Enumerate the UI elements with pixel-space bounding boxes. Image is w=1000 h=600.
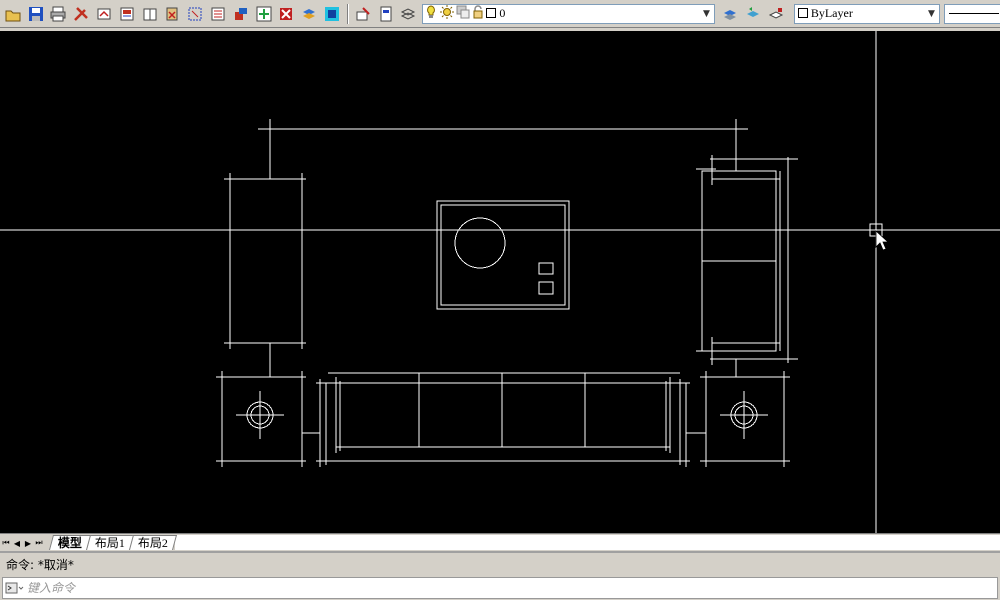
command-input-row[interactable]	[2, 577, 998, 599]
command-prompt-icon[interactable]	[3, 578, 27, 598]
publish-icon[interactable]	[93, 3, 115, 25]
rectangle-select-icon[interactable]	[184, 3, 206, 25]
properties-icon[interactable]	[375, 3, 397, 25]
layer-freeze-icon	[440, 5, 455, 22]
layer-previous-icon[interactable]	[742, 3, 764, 25]
tab-model-label: 模型	[57, 536, 82, 550]
tab-layout1[interactable]: 布局1	[86, 535, 135, 550]
linetype-preview	[949, 13, 1000, 14]
layer-color-swatch	[486, 7, 497, 21]
block-icon[interactable]	[230, 3, 252, 25]
insert-icon[interactable]	[253, 3, 275, 25]
tab-layout2-label: 布局2	[137, 536, 168, 550]
color-swatch	[797, 7, 808, 21]
tab-layout2[interactable]: 布局2	[129, 535, 178, 550]
color-value: ByLayer	[810, 6, 853, 20]
erase-icon[interactable]	[276, 3, 298, 25]
layer-name-value: 0	[499, 6, 506, 20]
command-window: 命令: *取消*	[0, 551, 1000, 600]
layer-tools-icon[interactable]	[765, 3, 787, 25]
bottom-left-speaker-shape	[216, 371, 320, 467]
center-device-shape	[436, 200, 570, 310]
next-tab-icon[interactable]: ▶	[23, 536, 33, 550]
color-dropdown[interactable]: ByLayer ▼	[793, 3, 941, 24]
layout-tabbar: ⏮ ◀ ▶ ⏭ 模型 布局1 布局2	[0, 533, 1000, 550]
tab-layout1-label: 布局1	[94, 536, 125, 550]
right-box-shape	[696, 155, 798, 377]
save-icon[interactable]	[25, 3, 47, 25]
viewport-freeze-icon	[456, 5, 470, 22]
bottom-right-speaker-shape	[686, 371, 790, 467]
plot-preview-icon[interactable]	[116, 3, 138, 25]
layer-dropdown[interactable]: 0 ▼	[422, 3, 716, 24]
toolbar-separator	[346, 3, 349, 24]
layer-on-icon	[425, 5, 437, 22]
bottom-cabinet-shape	[316, 372, 690, 467]
chevron-down-icon[interactable]: ▼	[923, 4, 940, 23]
layer-manager-icon[interactable]	[298, 3, 320, 25]
print-icon[interactable]	[48, 3, 70, 25]
command-history: 命令: *取消*	[0, 555, 1000, 575]
crosshair-cursor	[0, 31, 1000, 533]
paste-icon[interactable]	[162, 3, 184, 25]
cad-window: 0 ▼ ByLayer ▼ ⏮ ◀ ▶ ⏭ 模型 布局1 布局2 命令: *取消…	[0, 0, 1000, 600]
top-bar-shape	[258, 119, 748, 179]
last-tab-icon[interactable]: ⏭	[34, 536, 44, 550]
design-center-icon[interactable]	[321, 3, 343, 25]
left-box-shape	[224, 173, 306, 377]
prev-tab-icon[interactable]: ◀	[12, 536, 22, 550]
first-tab-icon[interactable]: ⏮	[1, 536, 11, 550]
make-object-layer-current-icon[interactable]	[719, 3, 741, 25]
linetype-dropdown[interactable]	[944, 3, 1000, 24]
book-icon[interactable]	[139, 3, 161, 25]
open-icon[interactable]	[2, 3, 24, 25]
standard-toolbar: 0 ▼ ByLayer ▼	[0, 0, 1000, 28]
drawing-canvas[interactable]	[0, 31, 1000, 533]
tab-model[interactable]: 模型	[48, 535, 92, 550]
layer-states-icon[interactable]	[398, 3, 420, 25]
drawing-svg	[0, 31, 1000, 533]
match-properties-icon[interactable]	[352, 3, 374, 25]
tools-icon[interactable]	[70, 3, 92, 25]
lock-icon	[472, 5, 484, 22]
tab-filler	[175, 535, 1000, 550]
command-input[interactable]	[27, 579, 927, 597]
list-icon[interactable]	[207, 3, 229, 25]
chevron-down-icon[interactable]: ▼	[698, 4, 715, 23]
